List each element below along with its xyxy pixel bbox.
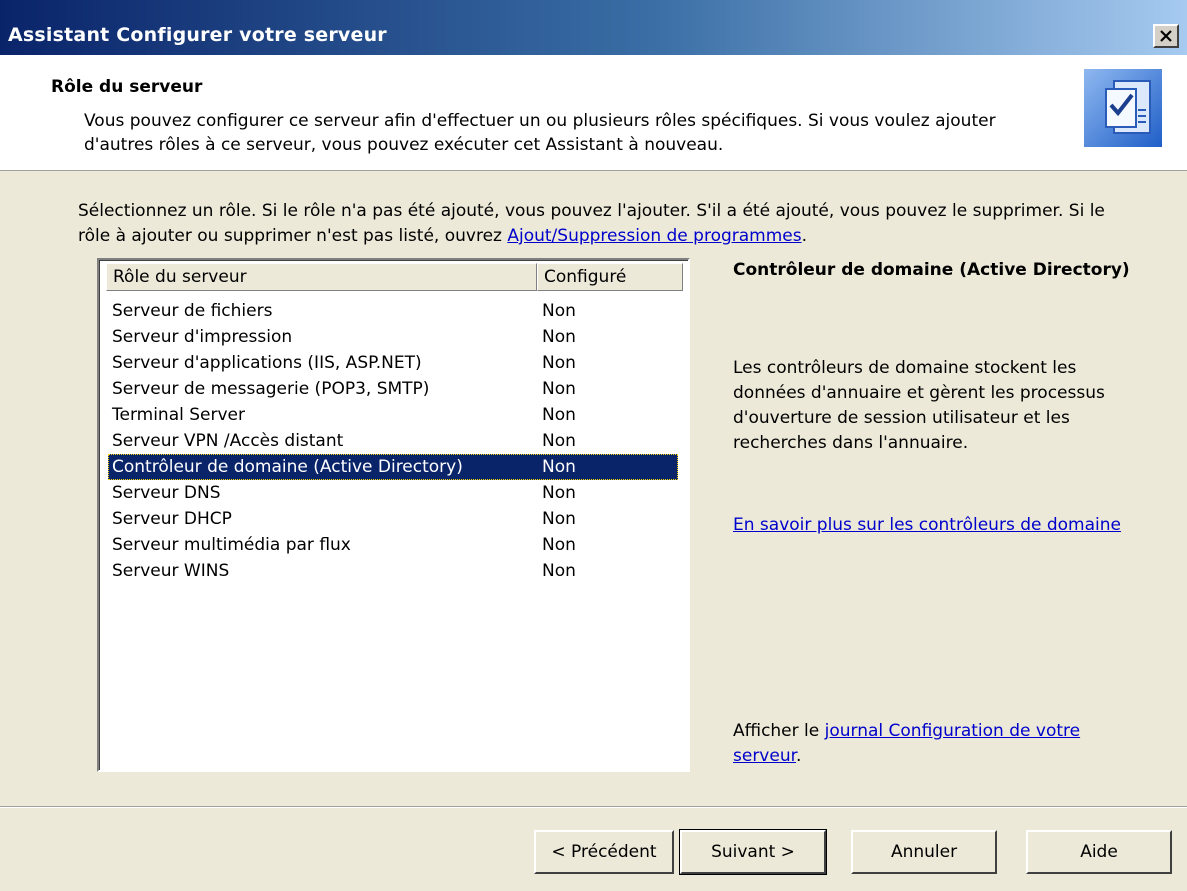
role-cell: Contrôleur de domaine (Active Directory) [112, 457, 463, 477]
log-suffix: . [796, 746, 802, 766]
configured-cell: Non [542, 301, 576, 321]
role-cell: Serveur WINS [112, 561, 230, 581]
list-header: Rôle du serveur Configuré [106, 263, 683, 291]
role-cell: Serveur VPN /Accès distant [112, 431, 344, 451]
configured-cell: Non [542, 457, 576, 477]
role-detail-panel: Contrôleur de domaine (Active Directory)… [733, 258, 1133, 535]
table-row[interactable]: Serveur d'applications (IIS, ASP.NET) Non [108, 350, 678, 376]
table-row[interactable]: Serveur de fichiers Non [108, 298, 678, 324]
footer-separator [0, 806, 1187, 808]
log-line: Afficher le journal Configuration de vot… [733, 719, 1153, 769]
role-detail-title: Contrôleur de domaine (Active Directory) [733, 260, 1130, 280]
configured-cell: Non [542, 431, 576, 451]
configured-cell: Non [542, 509, 576, 529]
configured-cell: Non [542, 561, 576, 581]
table-row[interactable]: Serveur de messagerie (POP3, SMTP) Non [108, 376, 678, 402]
role-cell: Serveur de messagerie (POP3, SMTP) [112, 379, 430, 399]
configured-cell: Non [542, 405, 576, 425]
role-detail-description: Les contrôleurs de domaine stockent les … [733, 358, 1105, 453]
table-row[interactable]: Serveur multimédia par flux Non [108, 532, 678, 558]
page-title: Rôle du serveur [51, 77, 203, 97]
log-prefix: Afficher le [733, 721, 825, 741]
role-cell: Serveur de fichiers [112, 301, 273, 321]
role-cell: Serveur DNS [112, 483, 221, 503]
next-button[interactable]: Suivant > [679, 829, 827, 875]
table-row[interactable]: Serveur VPN /Accès distant Non [108, 428, 678, 454]
cancel-button[interactable]: Annuler [851, 830, 997, 874]
back-button[interactable]: < Précédent [534, 830, 674, 874]
role-cell: Serveur d'impression [112, 327, 293, 347]
role-cell: Serveur d'applications (IIS, ASP.NET) [112, 353, 422, 373]
column-header-role[interactable]: Rôle du serveur [106, 263, 537, 291]
wizard-checklist-icon [1084, 69, 1162, 147]
configured-cell: Non [542, 353, 576, 373]
learn-more-link[interactable]: En savoir plus sur les contrôleurs de do… [733, 515, 1121, 535]
role-cell: Serveur DHCP [112, 509, 232, 529]
page-description: Vous pouvez configurer ce serveur afin d… [84, 111, 996, 155]
window-title: Assistant Configurer votre serveur [8, 24, 387, 46]
configured-cell: Non [542, 483, 576, 503]
table-row-selected[interactable]: Contrôleur de domaine (Active Directory)… [108, 454, 678, 480]
role-cell: Serveur multimédia par flux [112, 535, 351, 555]
server-roles-list[interactable]: Rôle du serveur Configuré Serveur de fic… [97, 258, 690, 772]
configured-cell: Non [542, 327, 576, 347]
table-row[interactable]: Terminal Server Non [108, 402, 678, 428]
table-row[interactable]: Serveur DNS Non [108, 480, 678, 506]
list-rows: Serveur de fichiers Non Serveur d'impress… [108, 298, 678, 584]
close-icon [1160, 30, 1172, 42]
wizard-header: Rôle du serveur Vous pouvez configurer c… [0, 55, 1187, 171]
table-row[interactable]: Serveur d'impression Non [108, 324, 678, 350]
configured-cell: Non [542, 535, 576, 555]
instructions: Sélectionnez un rôle. Si le rôle n'a pas… [78, 199, 1138, 249]
add-remove-programs-link[interactable]: Ajout/Suppression de programmes [507, 226, 801, 246]
role-cell: Terminal Server [112, 405, 245, 425]
configured-cell: Non [542, 379, 576, 399]
close-button[interactable] [1153, 24, 1179, 48]
help-button[interactable]: Aide [1026, 830, 1172, 874]
table-row[interactable]: Serveur DHCP Non [108, 506, 678, 532]
instructions-suffix: . [801, 226, 808, 246]
column-header-configured[interactable]: Configuré [537, 263, 683, 291]
table-row[interactable]: Serveur WINS Non [108, 558, 678, 584]
